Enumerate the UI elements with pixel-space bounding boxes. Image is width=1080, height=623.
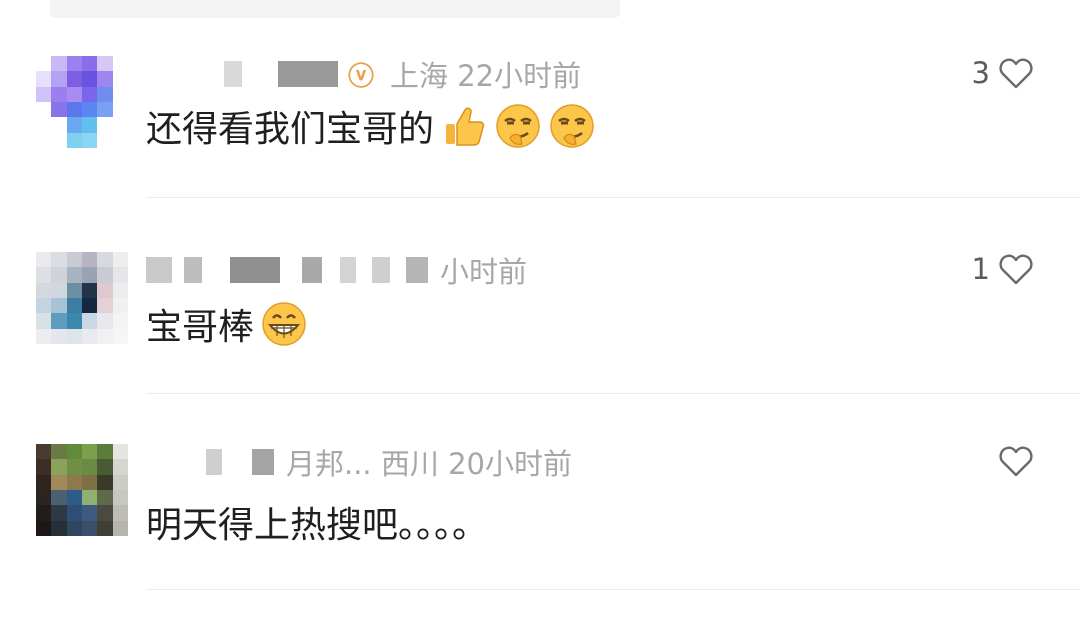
divider (146, 589, 1080, 590)
previous-item-edge (50, 0, 620, 18)
comment-text: 还得看我们宝哥的 (146, 109, 435, 150)
username-mask[interactable] (302, 257, 322, 283)
username-mask[interactable] (252, 449, 274, 475)
comment-meta: ⓥ 上海 22小时前 (146, 56, 582, 93)
divider (146, 197, 1080, 198)
username-mask[interactable] (278, 61, 338, 87)
username-mask[interactable] (146, 257, 172, 283)
username-mask[interactable] (406, 257, 428, 283)
like-control[interactable] (990, 444, 1034, 478)
location-time: 小时前 (440, 255, 528, 289)
username-mask[interactable] (184, 257, 202, 283)
like-control[interactable]: 1 (972, 252, 1034, 286)
avatar[interactable] (36, 56, 128, 148)
username-mask[interactable] (372, 257, 390, 283)
badge-icon: ⓥ (348, 61, 375, 92)
comment-text-row: 宝哥棒 (146, 298, 308, 350)
comment-text: 宝哥棒 (146, 307, 255, 348)
avatar[interactable] (36, 444, 128, 536)
username-mask[interactable] (340, 257, 356, 283)
smirk-face-emoji (496, 104, 540, 148)
comment-text-row: 还得看我们宝哥的 (146, 100, 596, 152)
thumbs-up-emoji (446, 107, 485, 146)
like-count: 3 (971, 56, 990, 90)
username-mask[interactable] (230, 257, 280, 283)
username-mask[interactable] (224, 61, 242, 87)
heart-icon[interactable] (998, 252, 1034, 286)
username-mask[interactable] (206, 449, 222, 475)
smirk-face-emoji (550, 104, 594, 148)
comment-text-row: 明天得上热搜吧。。。。 (146, 496, 488, 548)
heart-icon[interactable] (998, 56, 1034, 90)
grinning-face-emoji (262, 302, 306, 346)
divider (146, 393, 1080, 394)
location-time: 上海 22小时前 (390, 59, 582, 93)
comment-meta: 月邦... 西川 20小时前 (146, 444, 572, 481)
comment-meta: 小时前 (146, 252, 528, 289)
like-control[interactable]: 3 (972, 56, 1034, 90)
comment-text: 明天得上热搜吧。。。。 (146, 505, 489, 546)
like-count: 1 (971, 252, 990, 286)
heart-icon[interactable] (998, 444, 1034, 478)
avatar[interactable] (36, 252, 128, 344)
location-time: 月邦... 西川 20小时前 (286, 447, 572, 481)
